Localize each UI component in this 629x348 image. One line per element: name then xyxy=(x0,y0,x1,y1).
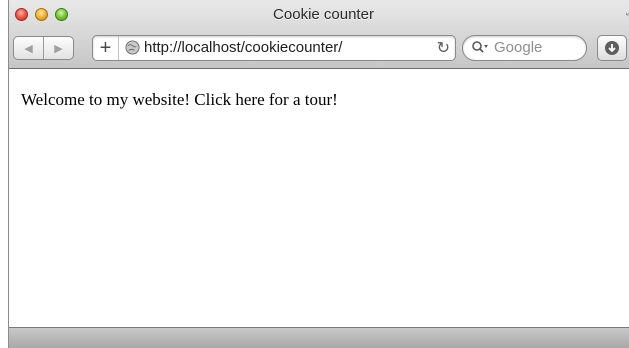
search-placeholder: Google xyxy=(494,39,543,56)
globe-icon xyxy=(125,40,140,55)
title-bar: Cookie counter ⤢ ◀ ▶ + http://localhost/… xyxy=(9,0,629,69)
url-text[interactable]: http://localhost/cookiecounter/ xyxy=(144,39,342,56)
add-bookmark-button[interactable]: + xyxy=(93,36,119,60)
reload-button[interactable]: ↻ xyxy=(437,38,450,58)
forward-button[interactable]: ▶ xyxy=(43,37,73,59)
window-title: Cookie counter xyxy=(273,6,374,23)
download-button[interactable] xyxy=(597,35,627,61)
back-forward-buttons: ◀ ▶ xyxy=(13,36,74,60)
welcome-text: Welcome to my website! Click here for a … xyxy=(21,90,338,109)
search-icon[interactable] xyxy=(471,40,489,55)
page-content: Welcome to my website! Click here for a … xyxy=(9,69,629,327)
back-button[interactable]: ◀ xyxy=(14,37,43,59)
search-field[interactable]: Google xyxy=(462,35,587,61)
address-bar[interactable]: + http://localhost/cookiecounter/ ↻ xyxy=(92,35,456,61)
browser-window: Cookie counter ⤢ ◀ ▶ + http://localhost/… xyxy=(8,0,629,348)
download-icon xyxy=(605,41,619,55)
status-bar xyxy=(9,327,629,348)
